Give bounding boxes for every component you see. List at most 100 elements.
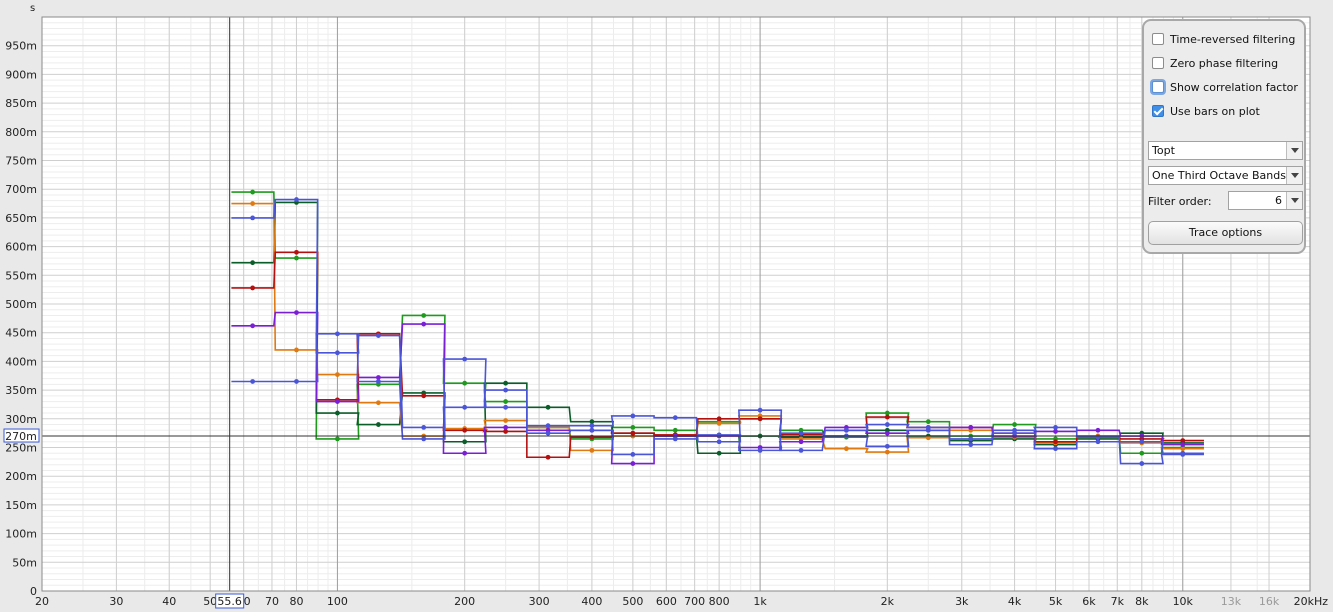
use-bars-on-plot-checkbox[interactable] xyxy=(1152,105,1164,117)
y-tick-label: 600m xyxy=(5,241,37,254)
x-tick-label: 30 xyxy=(109,595,123,608)
band-select-value: One Third Octave Bands xyxy=(1152,169,1286,182)
x-tick-label: 50 xyxy=(203,595,217,608)
x-tick-label: 600 xyxy=(656,595,677,608)
x-tick-label: 16k xyxy=(1259,595,1280,608)
cursor-y-readout: 270m xyxy=(5,430,37,443)
x-tick-label: 80 xyxy=(289,595,303,608)
filter-order-label: Filter order: xyxy=(1148,195,1212,208)
data-point xyxy=(716,450,722,456)
data-point xyxy=(798,439,804,445)
data-point xyxy=(672,427,678,433)
y-tick-label: 800m xyxy=(5,126,37,139)
data-point xyxy=(335,436,340,442)
use-bars-on-plot-checkbox-row[interactable]: Use bars on plot xyxy=(1152,103,1260,119)
data-point xyxy=(884,414,890,420)
data-point xyxy=(503,387,509,393)
x-tick-label: 3k xyxy=(955,595,969,608)
x-tick-label: 40 xyxy=(162,595,176,608)
data-point xyxy=(294,347,299,353)
zero-phase-filtering-checkbox-row[interactable]: Zero phase filtering xyxy=(1152,55,1278,71)
data-point xyxy=(545,430,551,436)
time-reversed-filtering-checkbox[interactable] xyxy=(1152,33,1164,45)
data-point xyxy=(884,422,890,427)
data-point xyxy=(294,249,299,255)
x-tick-label: 20 xyxy=(35,595,49,608)
data-point xyxy=(589,427,595,433)
x-tick-label: 20kHz xyxy=(1294,595,1329,608)
data-point xyxy=(630,461,636,466)
data-point xyxy=(335,331,340,337)
x-tick-label: 2k xyxy=(881,595,895,608)
data-point xyxy=(1053,446,1058,452)
y-tick-label: 50m xyxy=(12,556,37,569)
data-point xyxy=(968,425,974,430)
data-point xyxy=(250,260,256,266)
data-point xyxy=(925,419,931,425)
grid-major xyxy=(41,17,1311,592)
data-point xyxy=(630,425,636,430)
x-tick-label: 1k xyxy=(753,595,767,608)
band-select[interactable]: One Third Octave Bands xyxy=(1148,166,1303,185)
data-point xyxy=(1012,430,1017,436)
data-point xyxy=(1139,461,1145,466)
data-point xyxy=(503,404,509,410)
options-panel: Time-reversed filtering Zero phase filte… xyxy=(1142,19,1306,254)
trace-options-button[interactable]: Trace options xyxy=(1148,221,1303,245)
y-tick-label: 500m xyxy=(5,298,37,311)
show-correlation-factor-checkbox[interactable] xyxy=(1152,81,1164,93)
data-point xyxy=(250,189,256,195)
data-point xyxy=(1012,422,1017,427)
y-tick-label: 650m xyxy=(5,212,37,225)
data-point xyxy=(294,255,299,261)
data-point xyxy=(716,439,722,445)
data-point xyxy=(1095,434,1101,440)
data-point xyxy=(462,439,468,445)
chevron-down-icon xyxy=(1286,142,1302,159)
data-point xyxy=(968,442,974,448)
data-point xyxy=(421,321,427,327)
data-point xyxy=(589,434,595,440)
time-reversed-filtering-checkbox-row[interactable]: Time-reversed filtering xyxy=(1152,31,1295,47)
data-point xyxy=(250,215,256,221)
show-correlation-factor-checkbox-row[interactable]: Show correlation factor xyxy=(1152,79,1298,95)
x-tick-label: 10k xyxy=(1173,595,1194,608)
data-point xyxy=(375,422,381,427)
data-point xyxy=(1180,450,1186,456)
zero-phase-filtering-checkbox[interactable] xyxy=(1152,57,1164,69)
filter-order-value: 6 xyxy=(1275,194,1282,207)
x-tick-label: 5k xyxy=(1049,595,1063,608)
data-point xyxy=(250,323,256,329)
data-point xyxy=(503,418,509,423)
cursor-x-readout: 55.6 xyxy=(217,595,242,608)
y-tick-label: 450m xyxy=(5,327,37,340)
data-point xyxy=(716,432,722,438)
x-tick-label: 7k xyxy=(1111,595,1125,608)
y-tick-label: 700m xyxy=(5,183,37,196)
data-point xyxy=(757,407,763,413)
data-point xyxy=(462,380,468,386)
x-tick-label: 6k xyxy=(1082,595,1096,608)
data-point xyxy=(843,427,849,433)
data-point xyxy=(462,356,468,362)
filter-order-select[interactable]: 6 xyxy=(1228,191,1303,210)
chevron-down-icon xyxy=(1286,167,1302,184)
time-reversed-filtering-label: Time-reversed filtering xyxy=(1170,32,1296,46)
data-point xyxy=(1180,442,1186,448)
data-point xyxy=(375,333,381,338)
data-point xyxy=(843,446,849,452)
data-point xyxy=(1095,439,1101,445)
data-point xyxy=(589,423,595,429)
data-point xyxy=(545,404,551,410)
data-point xyxy=(294,197,299,202)
x-tick-label: 4k xyxy=(1008,595,1022,608)
metric-select[interactable]: Topt xyxy=(1148,141,1303,160)
chart[interactable]: 050m100m150m200m250m300m350m400m450m500m… xyxy=(0,0,1333,612)
use-bars-on-plot-label: Use bars on plot xyxy=(1170,104,1260,118)
data-point xyxy=(421,393,427,399)
show-correlation-factor-label: Show correlation factor xyxy=(1170,80,1298,94)
metric-select-value: Topt xyxy=(1152,144,1175,157)
data-point xyxy=(884,443,890,449)
data-point xyxy=(462,427,468,433)
x-tick-label: 400 xyxy=(581,595,602,608)
